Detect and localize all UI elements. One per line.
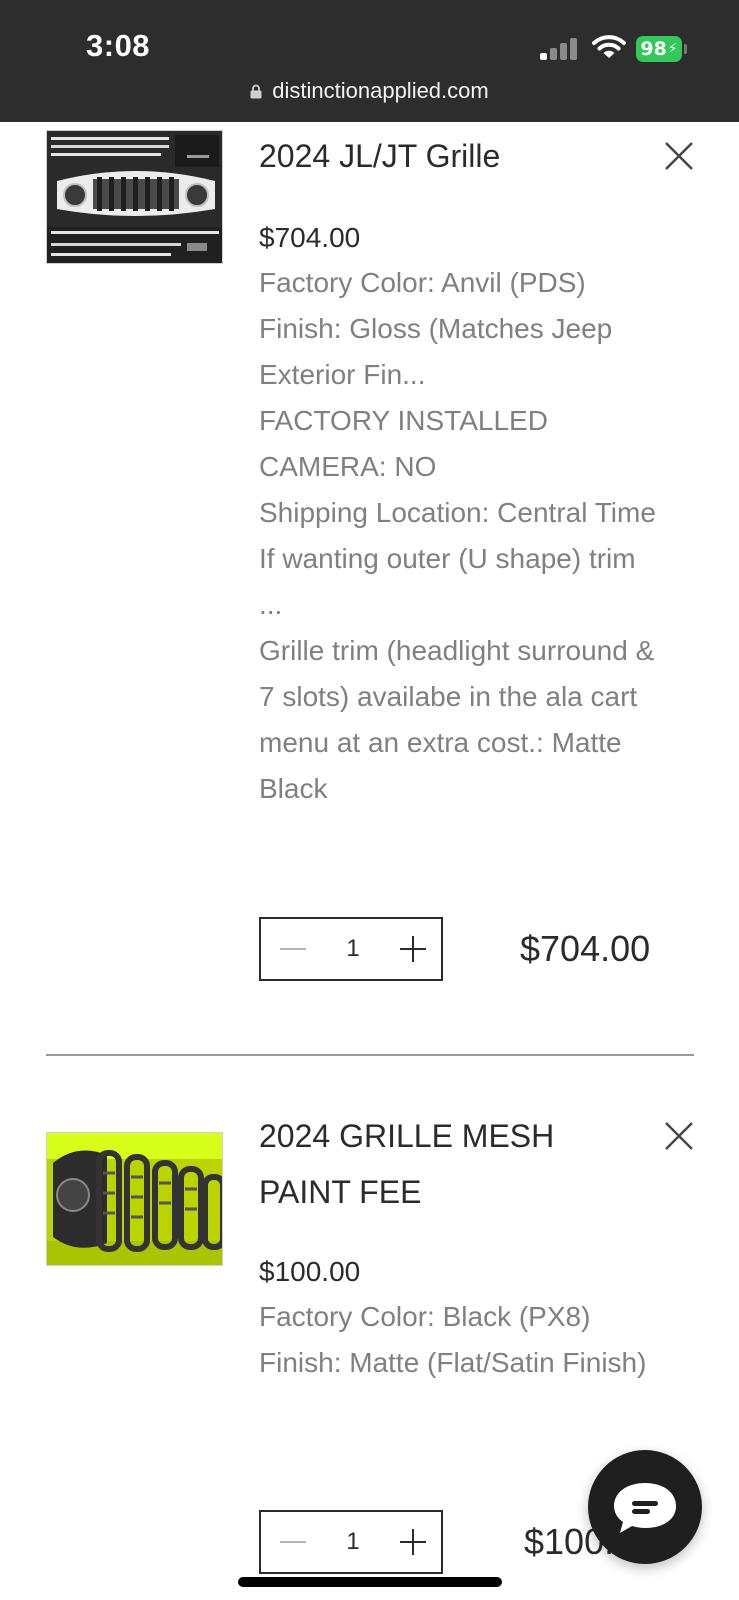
quantity-stepper[interactable]: 1 (259, 1510, 443, 1574)
product-thumbnail-grille[interactable] (46, 130, 223, 264)
option-line: Shipping Location: Central Time (259, 497, 656, 528)
plus-icon[interactable] (397, 933, 429, 965)
unit-price: $100.00 (259, 1256, 361, 1287)
plus-icon[interactable] (397, 1526, 429, 1558)
close-icon[interactable] (664, 141, 694, 171)
option-line: Grille trim (headlight surround & 7 slot… (259, 635, 655, 804)
product-title[interactable]: 2024 GRILLE MESH PAINT FEE (259, 1108, 639, 1220)
quantity-value[interactable]: 1 (331, 1512, 375, 1572)
option-line: Finish: Matte (Flat/Satin Finish) (259, 1347, 647, 1378)
unit-price: $704.00 (259, 222, 361, 253)
minus-icon[interactable] (277, 933, 309, 965)
line-total: $704.00 (520, 928, 651, 969)
quantity-value[interactable]: 1 (331, 919, 375, 979)
home-indicator[interactable] (238, 1577, 502, 1587)
minus-icon[interactable] (277, 1526, 309, 1558)
quantity-stepper[interactable]: 1 (259, 917, 443, 981)
close-icon[interactable] (664, 1121, 694, 1151)
option-line: If wanting outer (U shape) trim ... (259, 543, 636, 620)
cart-item: 2024 JL/JT Grille $704.00 Factory Color:… (0, 0, 739, 1050)
option-line: FACTORY INSTALLED CAMERA: NO (259, 405, 548, 482)
chat-bubble-icon (614, 1483, 676, 1533)
product-options: Factory Color: Anvil (PDS) Finish: Gloss… (259, 260, 659, 812)
option-line: Finish: Gloss (Matches Jeep Exterior Fin… (259, 313, 613, 390)
option-line: Factory Color: Anvil (PDS) (259, 267, 586, 298)
chat-button[interactable] (588, 1450, 702, 1564)
product-options: Factory Color: Black (PX8) Finish: Matte… (259, 1294, 659, 1386)
product-title[interactable]: 2024 JL/JT Grille (259, 128, 639, 184)
option-line: Factory Color: Black (PX8) (259, 1301, 591, 1332)
product-thumbnail-grille-mesh[interactable] (46, 1132, 223, 1266)
